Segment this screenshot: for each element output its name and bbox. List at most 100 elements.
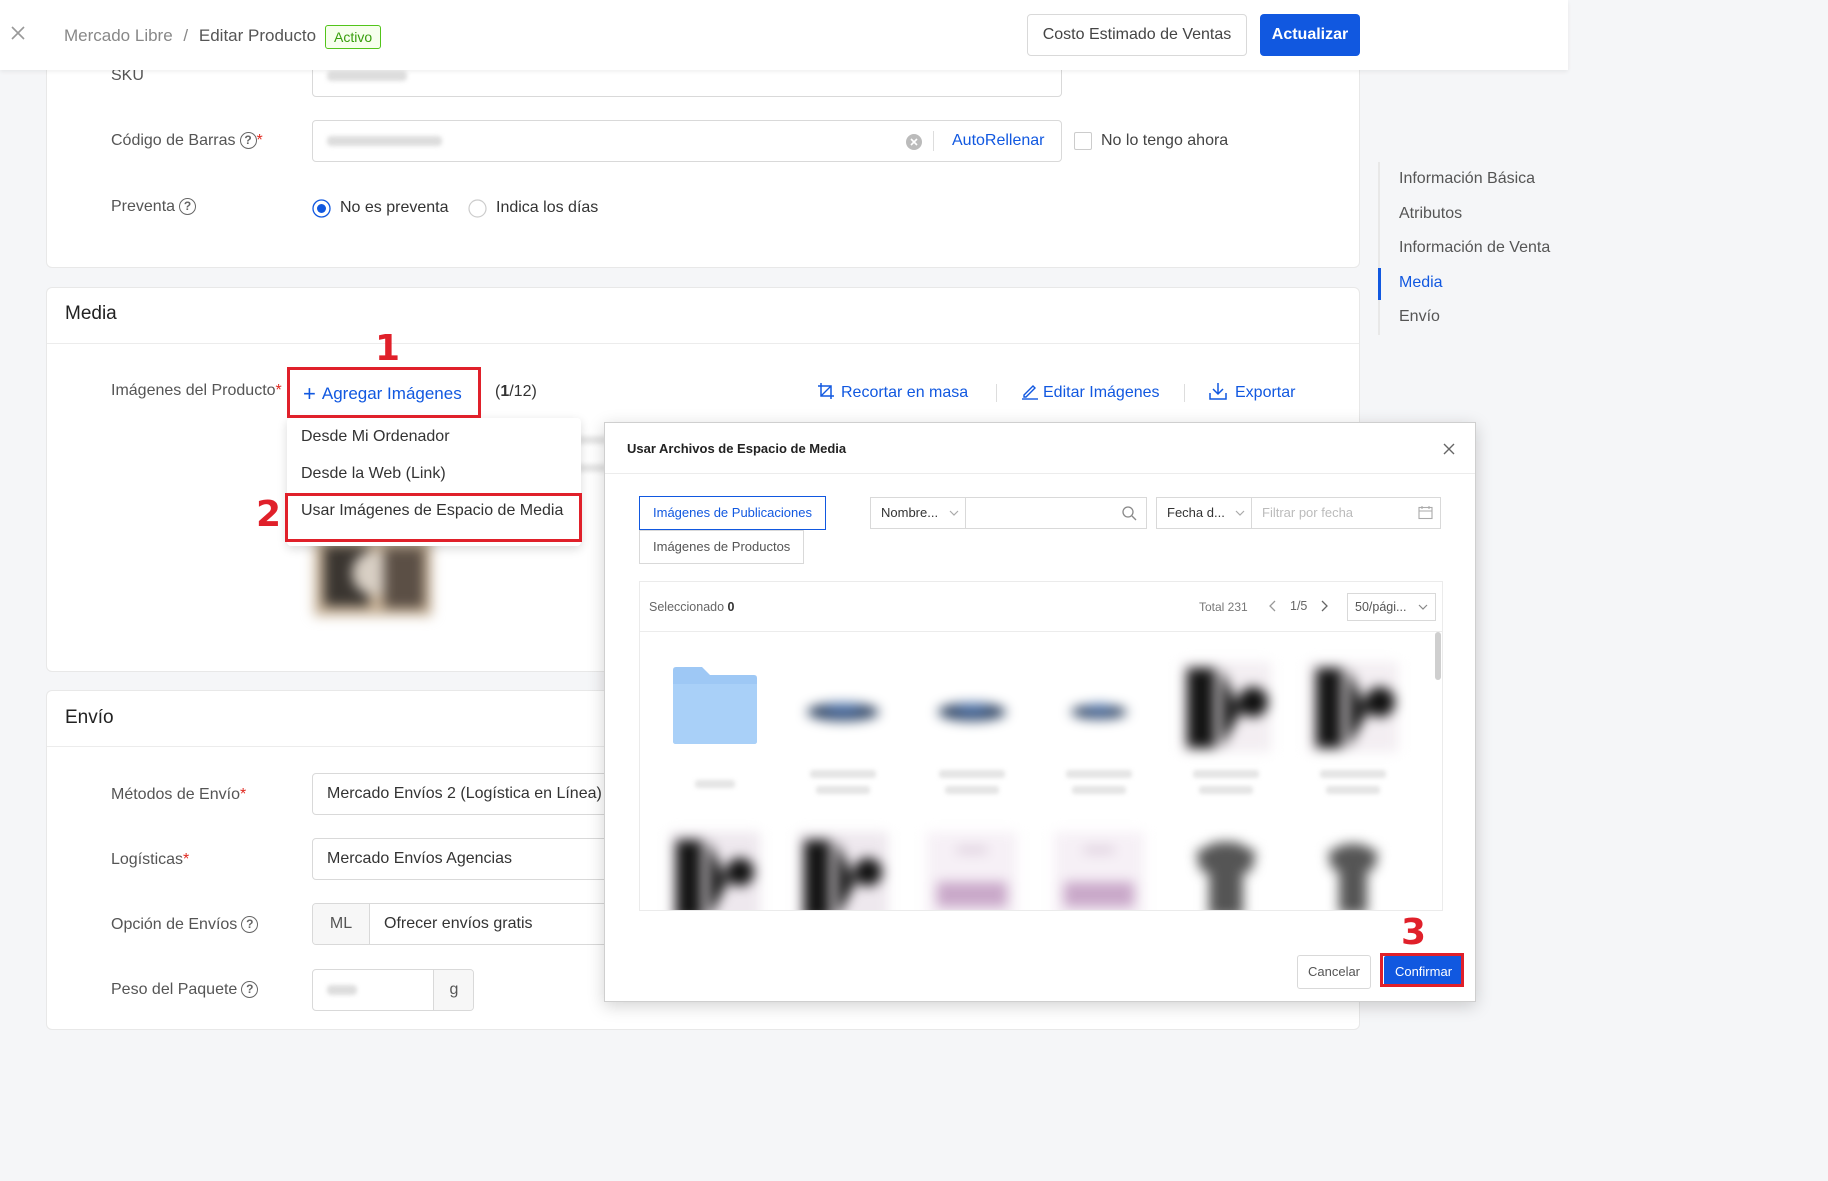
annotation-box-2: [285, 493, 582, 542]
search-icon[interactable]: [1122, 506, 1137, 521]
next-page-icon[interactable]: [1321, 600, 1329, 612]
tab-imagenes-publicaciones[interactable]: Imágenes de Publicaciones: [639, 496, 826, 530]
peso-paquete-input[interactable]: g: [312, 969, 474, 1011]
crop-bulk-label: Recortar en masa: [841, 384, 969, 401]
name-filter-value: Nombre...: [881, 505, 939, 520]
media-space-modal: Usar Archivos de Espacio de Media Imágen…: [604, 422, 1476, 1002]
radio-no-preventa-label: No es preventa: [340, 199, 449, 216]
export-button[interactable]: Exportar: [1209, 382, 1295, 402]
media-thumbnail[interactable]: [1308, 832, 1398, 910]
close-icon[interactable]: [10, 25, 26, 41]
help-icon[interactable]: ?: [241, 916, 259, 934]
nav-item-envio[interactable]: Envío: [1380, 300, 1568, 335]
media-thumbnail[interactable]: [927, 662, 1017, 752]
media-thumbnail[interactable]: [1054, 662, 1144, 752]
chevron-down-icon: [949, 509, 959, 517]
product-images-label-text: Imágenes del Producto: [111, 382, 276, 399]
annotation-step-1: 1: [375, 328, 401, 369]
nav-item-media[interactable]: Media: [1378, 266, 1568, 301]
peso-unit: g: [433, 970, 473, 1010]
no-barcode-checkbox[interactable]: [1074, 132, 1092, 150]
tab-imagenes-productos[interactable]: Imágenes de Productos: [639, 530, 805, 564]
opcion-envios-label-text: Opción de Envíos: [111, 916, 238, 933]
download-icon: [1209, 382, 1227, 400]
menu-desde-ordenador[interactable]: Desde Mi Ordenador: [287, 418, 581, 455]
barcode-input[interactable]: AutoRellenar: [312, 120, 1062, 162]
breadcrumb-current: Editar Producto: [198, 26, 317, 45]
help-icon[interactable]: ?: [241, 981, 259, 999]
annotation-box-3: [1380, 953, 1464, 987]
breadcrumb-root[interactable]: Mercado Libre: [64, 26, 173, 45]
help-icon[interactable]: ?: [179, 198, 197, 216]
media-thumbnail[interactable]: [1181, 662, 1271, 752]
page-size-select[interactable]: 50/pági...: [1347, 593, 1436, 621]
scrollbar-thumb[interactable]: [1435, 632, 1441, 680]
calendar-icon: [1418, 505, 1433, 520]
annotation-step-2: 2: [256, 494, 282, 535]
envio-section-title: Envío: [65, 707, 114, 728]
name-filter-select[interactable]: Nombre...: [870, 497, 966, 529]
radio-indica-dias[interactable]: [468, 199, 487, 218]
help-icon[interactable]: ?: [239, 132, 257, 150]
metodos-envio-label: Métodos de Envío*: [111, 786, 246, 804]
radio-no-preventa[interactable]: [312, 199, 331, 218]
costo-estimado-button[interactable]: Costo Estimado de Ventas: [1027, 14, 1247, 56]
count-current: 1: [500, 383, 510, 400]
nav-item-informacion-basica[interactable]: Información Básica: [1380, 162, 1568, 197]
chevron-down-icon: [1235, 509, 1245, 517]
media-thumbnail[interactable]: [1054, 832, 1144, 910]
total-count: Total 231: [1199, 600, 1248, 614]
opcion-envios-label: Opción de Envíos?: [111, 916, 259, 934]
media-thumbnail[interactable]: [1308, 662, 1398, 752]
date-type-select[interactable]: Fecha d...: [1156, 497, 1252, 529]
nav-item-atributos[interactable]: Atributos: [1380, 197, 1568, 232]
media-thumbnail[interactable]: [1181, 832, 1271, 910]
selected-label: Seleccionado: [649, 600, 725, 614]
media-thumbnail[interactable]: [798, 832, 888, 910]
selected-value: 0: [727, 600, 735, 614]
cancel-button[interactable]: Cancelar: [1297, 955, 1371, 989]
required-mark: *: [275, 382, 282, 399]
metodos-envio-label-text: Métodos de Envío: [111, 786, 240, 803]
no-barcode-label: No lo tengo ahora: [1101, 132, 1229, 149]
barcode-label-text: Código de Barras: [111, 132, 236, 149]
autofill-link[interactable]: AutoRellenar: [952, 121, 1045, 161]
edit-icon: [1021, 382, 1039, 400]
date-filter-input[interactable]: Filtrar por fecha: [1251, 497, 1441, 529]
selected-count: Seleccionado 0: [649, 600, 735, 614]
actualizar-button[interactable]: Actualizar: [1260, 14, 1360, 56]
page-size-value: 50/pági...: [1355, 600, 1407, 614]
folder-item[interactable]: [670, 662, 760, 752]
chevron-down-icon: [1418, 603, 1428, 611]
opcion-prefix: ML: [313, 904, 370, 944]
peso-paquete-label: Peso del Paquete?: [111, 981, 259, 999]
edit-images-button[interactable]: Editar Imágenes: [1021, 382, 1160, 402]
close-icon[interactable]: [1443, 443, 1455, 455]
date-filter-placeholder: Filtrar por fecha: [1262, 505, 1354, 520]
media-thumbnail[interactable]: [670, 832, 760, 910]
opcion-envios-value: Ofrecer envíos gratis: [384, 915, 533, 932]
folder-caption: [695, 780, 735, 788]
edit-images-label: Editar Imágenes: [1043, 384, 1160, 401]
section-nav: Información Básica Atributos Información…: [1378, 162, 1568, 335]
media-thumbnail[interactable]: [927, 832, 1017, 910]
search-input[interactable]: [965, 497, 1147, 529]
required-mark: *: [183, 851, 190, 868]
media-thumbnail[interactable]: [798, 662, 888, 752]
media-section-title: Media: [65, 303, 117, 324]
menu-desde-web[interactable]: Desde la Web (Link): [287, 455, 581, 492]
prev-page-icon[interactable]: [1268, 600, 1276, 612]
logisticas-label: Logísticas*: [111, 851, 189, 869]
product-thumbnail[interactable]: [314, 538, 432, 616]
export-label: Exportar: [1235, 384, 1296, 401]
preventa-label: Preventa?: [111, 198, 197, 216]
required-mark: *: [256, 132, 263, 149]
crop-bulk-button[interactable]: Recortar en masa: [817, 382, 968, 402]
top-bar: Mercado Libre / Editar Producto Activo C…: [0, 0, 1568, 70]
clear-icon[interactable]: [905, 133, 923, 151]
annotation-step-3: 3: [1401, 912, 1427, 953]
breadcrumb-separator: /: [183, 26, 189, 45]
breadcrumb: Mercado Libre / Editar Producto: [64, 26, 316, 46]
nav-item-informacion-venta[interactable]: Información de Venta: [1380, 231, 1568, 266]
page-indicator: 1/5: [1290, 599, 1308, 613]
